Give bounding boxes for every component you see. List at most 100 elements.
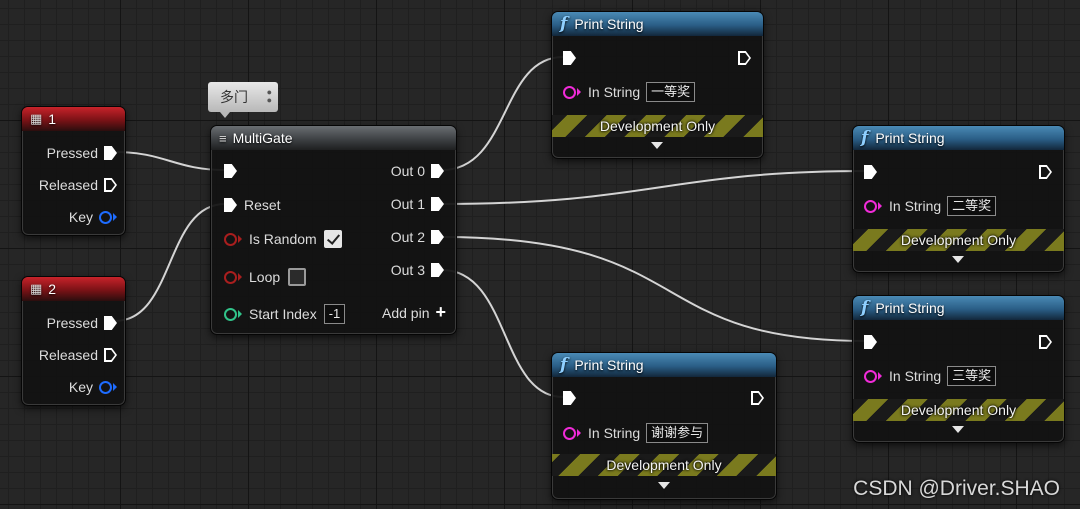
wire-key2-pressed-to-multigate-reset (114, 203, 226, 322)
exec-pin-released-icon[interactable] (104, 348, 117, 362)
start-index-input[interactable]: -1 (323, 304, 346, 324)
exec-out-pin-icon[interactable] (1039, 335, 1052, 349)
print-string-3-header[interactable]: f Print String (853, 296, 1064, 320)
exec-out-pin-icon[interactable] (751, 391, 764, 405)
string-pin-icon[interactable] (864, 199, 877, 213)
out0-label: Out 0 (390, 163, 425, 179)
out2-pin-icon[interactable] (431, 230, 444, 244)
loop-checkbox[interactable] (288, 268, 307, 286)
expand-arrow-icon[interactable] (952, 256, 964, 263)
in-string-label: In String (588, 425, 641, 441)
function-icon: f (861, 128, 869, 148)
in-string-label: In String (889, 368, 942, 384)
exec-out-row (1039, 165, 1052, 179)
exec-in-row (864, 335, 877, 349)
expand-arrow-icon[interactable] (952, 426, 964, 433)
out1-pin-icon[interactable] (431, 197, 444, 211)
key-row: Key (69, 379, 117, 395)
out3-pin-icon[interactable] (431, 263, 444, 277)
development-only-banner: Development Only (853, 399, 1064, 421)
out2-label: Out 2 (390, 229, 425, 245)
reset-row: Reset (224, 197, 281, 213)
print-string-1-header[interactable]: f Print String (552, 12, 763, 36)
out0-row: Out 0 (391, 163, 444, 179)
is-random-label: Is Random (249, 231, 317, 247)
exec-pin-pressed-icon[interactable] (104, 316, 117, 330)
string-pin-icon[interactable] (563, 426, 576, 440)
in-string-input[interactable]: 一等奖 (646, 82, 696, 102)
in-string-row: In String 谢谢参与 (563, 423, 709, 443)
print-string-node-3[interactable]: f Print String In String 三等奖 Development… (852, 295, 1065, 443)
in-string-label: In String (588, 84, 641, 100)
input-key-1-header[interactable]: ▦ 1 (22, 107, 125, 131)
exec-in-pin-icon[interactable] (864, 165, 877, 179)
expand-arrow-icon[interactable] (651, 142, 663, 149)
in-string-input[interactable]: 谢谢参与 (646, 423, 709, 443)
function-icon: f (560, 355, 568, 375)
key-pin-icon[interactable] (99, 210, 112, 224)
in-string-row: In String 一等奖 (563, 82, 696, 102)
exec-out-row (738, 51, 751, 65)
comment-text: 多门 (220, 89, 248, 105)
exec-pin-pressed-icon[interactable] (104, 146, 117, 160)
exec-out-row (751, 391, 764, 405)
wire-out1-to-print2 (441, 170, 867, 205)
exec-in-pin-icon[interactable] (224, 164, 237, 178)
exec-in-row (864, 165, 877, 179)
exec-in-pin-icon[interactable] (563, 391, 576, 405)
loop-label: Loop (249, 269, 281, 285)
print-string-node-4[interactable]: f Print String In String 谢谢参与 Developmen… (551, 352, 777, 500)
comment-pin-icon[interactable]: ● ● (267, 88, 272, 105)
released-row: Released (39, 347, 117, 363)
pressed-row: Pressed (47, 145, 117, 161)
is-random-checkbox[interactable] (323, 230, 342, 248)
string-pin-icon[interactable] (563, 85, 576, 99)
multigate-header[interactable]: ≡ MultiGate (211, 126, 456, 150)
start-index-row: Start Index -1 (224, 304, 346, 324)
input-key-node-1[interactable]: ▦ 1 Pressed Released Key (21, 106, 126, 236)
input-key-2-title: 2 (48, 281, 57, 297)
print-string-node-1[interactable]: f Print String In String 一等奖 Development… (551, 11, 764, 159)
out1-label: Out 1 (390, 196, 425, 212)
pressed-label: Pressed (46, 315, 98, 331)
is-random-pin-icon[interactable] (224, 232, 237, 246)
is-random-row: Is Random (224, 230, 342, 248)
expand-arrow-icon[interactable] (658, 482, 670, 489)
in-string-label: In String (889, 198, 942, 214)
start-index-pin-icon[interactable] (224, 307, 237, 321)
print-string-2-header[interactable]: f Print String (853, 126, 1064, 150)
multigate-title: MultiGate (232, 130, 293, 146)
input-key-2-header[interactable]: ▦ 2 (22, 277, 125, 301)
print-string-node-2[interactable]: f Print String In String 二等奖 Development… (852, 125, 1065, 273)
flow-control-icon: ≡ (219, 130, 227, 146)
watermark: CSDN @Driver.SHAO (853, 477, 1060, 500)
released-label: Released (38, 177, 98, 193)
loop-row: Loop (224, 268, 307, 286)
function-icon: f (560, 14, 568, 34)
input-key-node-2[interactable]: ▦ 2 Pressed Released Key (21, 276, 126, 406)
out0-pin-icon[interactable] (431, 164, 444, 178)
exec-out-pin-icon[interactable] (738, 51, 751, 65)
exec-out-pin-icon[interactable] (1039, 165, 1052, 179)
in-string-row: In String 三等奖 (864, 366, 997, 386)
add-pin-label: Add pin (382, 304, 430, 321)
loop-pin-icon[interactable] (224, 270, 237, 284)
string-pin-icon[interactable] (864, 369, 877, 383)
exec-in-pin-icon[interactable] (864, 335, 877, 349)
key-pin-icon[interactable] (99, 380, 112, 394)
reset-pin-icon[interactable] (224, 198, 237, 212)
in-string-input[interactable]: 三等奖 (947, 366, 997, 386)
exec-in-pin-icon[interactable] (563, 51, 576, 65)
comment-bubble[interactable]: 多门 ● ● (208, 82, 278, 118)
wire-key1-pressed-to-multigate-exec (114, 151, 226, 171)
in-string-input[interactable]: 二等奖 (947, 196, 997, 216)
print-string-4-header[interactable]: f Print String (552, 353, 776, 377)
development-only-banner: Development Only (552, 115, 763, 137)
exec-pin-released-icon[interactable] (104, 178, 117, 192)
multigate-node[interactable]: ≡ MultiGate Reset Is Random Loop Start I… (210, 125, 457, 335)
key-label: Key (68, 379, 93, 395)
add-pin-button[interactable]: Add pin + (382, 302, 446, 323)
wire-out0-to-print1 (441, 56, 564, 171)
keyboard-icon: ▦ (30, 281, 43, 296)
in-string-row: In String 二等奖 (864, 196, 997, 216)
